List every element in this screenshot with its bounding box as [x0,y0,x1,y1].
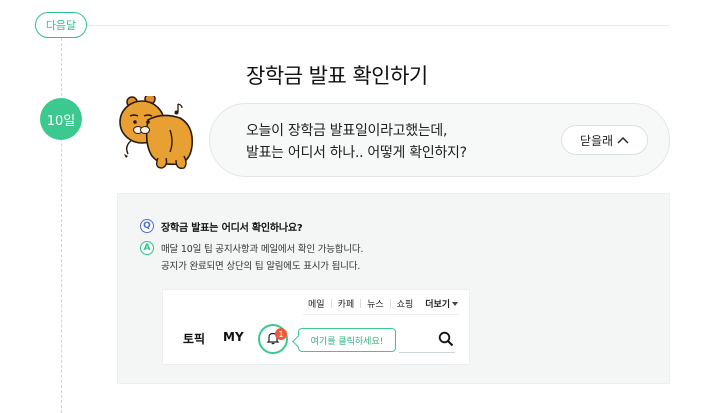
answer-panel: Q 장학금 발표는 어디서 확인하나요? A 매달 10일 팁 공지사항과 메일… [117,193,670,384]
answer-icon: A [140,241,154,255]
close-button-label: 닫을래 [579,133,614,148]
click-here-tooltip: 여기를 클릭하세요! [298,328,396,352]
nav-item-news[interactable]: 뉴스 [361,297,390,310]
nav-item-shopping[interactable]: 쇼핑 [391,297,420,310]
service-nav: 메일 카페 뉴스 쇼핑 더보기 [302,297,464,310]
timeline-line [61,38,62,413]
tab-my[interactable]: MY [223,330,244,344]
site-header-preview: 메일 카페 뉴스 쇼핑 더보기 토픽 MY 1 여기를 클릭하세요! [162,289,470,365]
search-underline [399,352,455,353]
notification-count-badge: 1 [275,328,287,340]
top-divider [86,25,670,26]
ryan-character-illustration [118,93,198,172]
question-text: 장학금 발표는 어디서 확인하나요? [161,223,303,234]
question-icon: Q [140,219,154,233]
search-icon [438,331,454,351]
speech-bubble: 오늘이 장학금 발표일이라고했는데, 발표는 어디서 하나.. 어떻게 확인하지… [209,103,670,177]
bubble-line-2: 발표는 어디서 하나.. 어떻게 확인하지? [246,145,467,161]
nav-divider-line [303,314,459,315]
more-label: 더보기 [425,300,451,310]
answer-line-2: 공지가 완료되면 상단의 팁 알림에도 표시가 됩니다. [161,261,361,272]
answer-line-1: 매달 10일 팁 공지사항과 메일에서 확인 가능합니다. [161,244,364,255]
page-title: 장학금 발표 확인하기 [246,64,428,88]
bubble-line-1: 오늘이 장학금 발표일이라고했는데, [246,123,448,139]
caret-down-icon [452,299,459,309]
answer-text: 매달 10일 팁 공지사항과 메일에서 확인 가능합니다. 공지가 완료되면 상… [161,241,363,275]
chevron-up-icon [617,133,629,147]
nav-item-cafe[interactable]: 카페 [332,297,361,310]
nav-item-more[interactable]: 더보기 [419,297,464,310]
nav-item-mail[interactable]: 메일 [302,297,331,310]
search-button[interactable] [438,331,454,347]
day-badge: 10일 [40,98,82,140]
next-month-button[interactable]: 다음달 [35,12,87,38]
tab-topic[interactable]: 토픽 [183,330,205,347]
bubble-text: 오늘이 장학금 발표일이라고했는데, 발표는 어디서 하나.. 어떻게 확인하지… [246,120,467,164]
close-button[interactable]: 닫을래 [561,125,648,155]
